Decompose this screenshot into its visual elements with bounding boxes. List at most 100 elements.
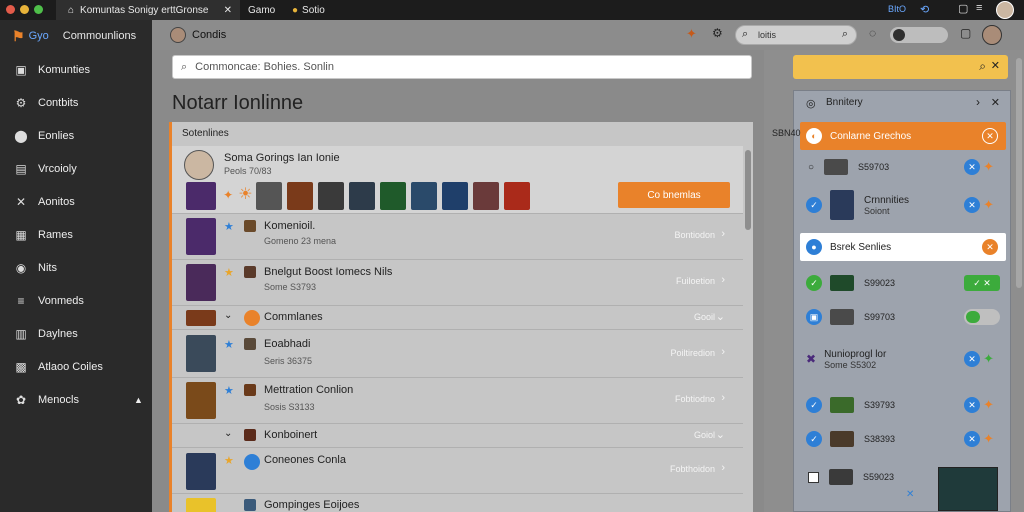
check-icon[interactable]: ✓ [806, 431, 822, 447]
scroll-thumb[interactable] [1016, 58, 1022, 288]
game-thumbnail[interactable] [286, 182, 313, 210]
row-action[interactable]: Goiol [694, 430, 715, 440]
sidebar-item-menocls[interactable]: ✿ Menocls ▲ [0, 383, 152, 416]
list-item[interactable]: ★ Coneones Conla Fobthoidon › [172, 448, 743, 494]
chevron-right-icon[interactable]: › [721, 346, 725, 358]
close-window-button[interactable] [6, 5, 15, 14]
sidebar-item-vonmeds[interactable]: ≡ Vonmeds [0, 284, 152, 317]
game-thumbnail[interactable] [379, 182, 406, 210]
checkbox[interactable] [808, 471, 819, 483]
minimize-window-button[interactable] [20, 5, 29, 14]
avatar[interactable] [170, 27, 186, 43]
sidebar-item-nits[interactable]: ◉ Nits [0, 251, 152, 284]
list-item[interactable]: ⌄ Konboinert Goiol ⌄ [172, 424, 743, 448]
maximize-window-button[interactable] [34, 5, 43, 14]
toggle-switch[interactable] [890, 27, 948, 43]
browser-tab-2[interactable]: Gamo [244, 0, 288, 20]
chevron-down-icon[interactable]: ⌄ [716, 310, 725, 323]
sidebar-item-aonitos[interactable]: ✕ Aonitos [0, 185, 152, 218]
chevron-right-icon[interactable]: › [721, 392, 725, 404]
action-icon[interactable]: ✕ [964, 351, 980, 367]
browser-tab-1[interactable]: ⌂ Komuntas Sonigy erttGronse ✕ [56, 0, 240, 20]
list-item[interactable]: ★ Bnelgut Boost Iomecs Nils Some S3793 F… [172, 260, 743, 306]
window-icon[interactable]: ▢ [960, 26, 971, 40]
chevron-right-icon[interactable]: › [721, 228, 725, 240]
panel-item[interactable]: ✓ S38393 ✕ ✦ [800, 425, 1006, 453]
game-thumbnail[interactable] [504, 182, 531, 210]
game-thumbnail[interactable] [186, 498, 216, 512]
avatar[interactable] [184, 150, 214, 180]
quick-search-bar[interactable]: ⌕ ✕ [793, 55, 1008, 79]
game-thumbnail[interactable] [186, 382, 216, 419]
featured-game-thumbnail[interactable] [938, 467, 998, 511]
chevron-down-icon[interactable]: ⌄ [224, 310, 232, 321]
chevron-right-icon[interactable]: › [976, 95, 980, 109]
action-icon[interactable]: ✕ [964, 197, 980, 213]
list-item[interactable]: ★ Mettration Conlion Sosis S3133 Fobtiod… [172, 378, 743, 424]
link-icon[interactable]: ⟲ [920, 3, 929, 16]
sidebar-item-contbits[interactable]: ⚙ Contbits [0, 86, 152, 119]
sidebar-item-vrcoioly[interactable]: ▤ Vrcoioly [0, 152, 152, 185]
sidebar-item-daylnes[interactable]: ▥ Daylnes [0, 317, 152, 350]
featured-action-button[interactable]: Co bnemlas [618, 182, 730, 208]
close-icon[interactable]: ✕ [991, 59, 1000, 72]
toggle-partial[interactable] [964, 309, 1000, 325]
game-thumbnail[interactable] [441, 182, 468, 210]
pin-icon[interactable]: ✦ [686, 26, 697, 42]
panel-item[interactable]: ○ S59703 ✕ ✦ [800, 153, 1006, 181]
window-icon[interactable]: ▢ [958, 2, 968, 15]
browser-tab-3[interactable]: ● Sotio [292, 0, 352, 20]
panel-item-selected[interactable]: ● Bsrek Senlies ✕ [800, 233, 1006, 261]
panel-item[interactable]: ✓ S99023 ✓ ✕ [800, 269, 1006, 297]
action-icon[interactable]: ✕ [982, 239, 998, 255]
featured-row[interactable]: Soma Gorings Ian Ionie Peols 70/83 ✦ ☀ C… [172, 146, 743, 214]
action-icon[interactable]: ✕ [982, 128, 998, 144]
game-thumbnail[interactable] [186, 218, 216, 255]
game-thumbnail[interactable] [255, 182, 282, 210]
list-item[interactable]: ★ Komenioil. Gomeno 23 mena Bontiodon › [172, 214, 743, 260]
avatar[interactable] [982, 25, 1002, 45]
menu-icon[interactable]: ≡ [976, 2, 982, 14]
list-item[interactable]: ⌄ Commlanes Gooil ⌄ [172, 306, 743, 330]
row-action[interactable]: Gooil [694, 312, 715, 322]
topbar-search[interactable]: ⌕ loitis ⌕ [735, 25, 857, 45]
action-icon[interactable]: ✕ [964, 397, 980, 413]
chevron-down-icon[interactable]: ⌄ [224, 428, 232, 439]
check-icon[interactable]: ✓ [806, 397, 822, 413]
chevron-right-icon[interactable]: › [721, 462, 725, 474]
game-thumbnail[interactable] [473, 182, 500, 210]
toggle-on[interactable]: ✓ ✕ [964, 275, 1000, 291]
panel-item[interactable]: ✓ Crnnnities Soiont ✕ ✦ [800, 187, 1006, 223]
game-thumbnail[interactable] [317, 182, 344, 210]
game-thumbnail[interactable] [186, 182, 216, 210]
comment-icon[interactable]: ◌ [869, 26, 876, 40]
action-icon[interactable]: ✕ [964, 159, 980, 175]
chevron-down-icon[interactable]: ⌄ [716, 428, 725, 441]
check-icon[interactable]: ✓ [806, 275, 822, 291]
panel-item-highlighted[interactable]: ◐ Conlarne Grechos ✕ [800, 122, 1006, 150]
check-icon[interactable]: ✓ [806, 197, 822, 213]
row-action[interactable]: Poiltiredion [670, 348, 715, 358]
sidebar-item-komunties[interactable]: ▣ Komunties [0, 53, 152, 86]
list-item[interactable]: Gompinges Eoijoes [172, 494, 743, 512]
chevron-right-icon[interactable]: › [721, 274, 725, 286]
settings-icon[interactable]: ⚙ [712, 26, 723, 40]
sidebar-item-rames[interactable]: ▦ Rames [0, 218, 152, 251]
action-icon[interactable]: ✕ [964, 431, 980, 447]
panel-item[interactable]: ✖ Nunioprogl lor Some S5302 ✕ ✦ [800, 341, 1006, 377]
close-icon[interactable]: ✕ [991, 96, 1000, 109]
row-action[interactable]: Fobtiodno [675, 394, 715, 404]
panel-item[interactable]: ✓ S39793 ✕ ✦ [800, 391, 1006, 419]
row-action[interactable]: Fobthoidon [670, 464, 715, 474]
brand-logo-icon[interactable]: ⚑ [12, 28, 25, 45]
expand-icon[interactable]: ▲ [134, 395, 143, 405]
list-item[interactable]: ★ Eoabhadi Seris 36375 Poiltiredion › [172, 330, 743, 378]
panel-item[interactable]: ▣ S99703 [800, 303, 1006, 331]
game-thumbnail[interactable] [186, 335, 216, 372]
scrollbar[interactable] [745, 150, 751, 230]
row-action[interactable]: Bontiodon [674, 230, 715, 240]
game-thumbnail[interactable] [348, 182, 375, 210]
game-thumbnail[interactable] [186, 264, 216, 301]
game-thumbnail[interactable] [186, 453, 216, 490]
sidebar-item-atlaoo-coiles[interactable]: ▩ Atlaoo Coiles [0, 350, 152, 383]
